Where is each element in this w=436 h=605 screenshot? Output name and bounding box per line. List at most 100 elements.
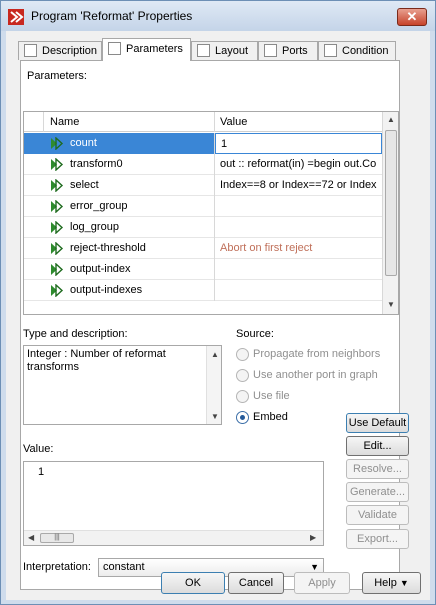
edit-button[interactable]: Edit... — [346, 436, 409, 456]
scrollbar-thumb[interactable] — [385, 130, 397, 276]
parameter-value-cell[interactable] — [215, 259, 382, 280]
parameter-value: out :: reformat(in) =begin out.Co — [220, 158, 377, 170]
parameter-icon — [50, 136, 64, 151]
parameter-value-cell[interactable]: Abort on first reject — [215, 238, 382, 259]
radio-label: Use file — [253, 390, 290, 402]
parameter-icon — [50, 178, 64, 193]
parameter-icon — [50, 199, 64, 214]
radio-button[interactable] — [236, 411, 249, 424]
grid-vertical-scrollbar[interactable]: ▲ ▼ — [382, 112, 398, 314]
value-horizontal-scrollbar[interactable]: ◀ ||| ▶ — [24, 530, 323, 545]
parameter-name: output-index — [70, 263, 131, 275]
parameters-grid: Name Value count 1transform0 out :: reform… — [23, 111, 399, 315]
row-marker[interactable] — [24, 133, 44, 154]
close-icon: ✕ — [406, 9, 418, 24]
scroll-left-icon[interactable]: ◀ — [28, 533, 34, 542]
table-row[interactable]: select Index==8 or Index==72 or Index — [24, 175, 382, 196]
row-marker[interactable] — [24, 154, 44, 175]
parameter-value: 1 — [221, 138, 228, 150]
parameters-panel: Parameters: Name Value count 1 transform0 o… — [20, 60, 400, 590]
parameter-value: Abort on first reject — [220, 242, 313, 254]
validate-button[interactable]: Validate — [346, 505, 409, 525]
table-row[interactable]: error_group — [24, 196, 382, 217]
radio-button[interactable] — [236, 348, 249, 361]
chevron-down-icon: ▼ — [399, 578, 409, 588]
parameter-icon — [50, 241, 64, 256]
row-marker[interactable] — [24, 259, 44, 280]
row-marker[interactable] — [24, 238, 44, 259]
grid-header: Name Value — [24, 112, 382, 132]
parameter-name: log_group — [70, 221, 119, 233]
radio-button[interactable] — [236, 369, 249, 382]
parameter-name-cell[interactable]: output-index — [44, 259, 215, 280]
parameter-value-cell[interactable] — [215, 280, 382, 301]
apply-button[interactable]: Apply — [294, 572, 350, 594]
title-bar[interactable]: Program 'Reformat' Properties ✕ — [1, 1, 435, 31]
tab-checkbox[interactable] — [197, 44, 210, 57]
table-row[interactable]: log_group — [24, 217, 382, 238]
parameter-name-cell[interactable]: select — [44, 175, 215, 196]
parameter-name-cell[interactable]: output-indexes — [44, 280, 215, 301]
scroll-down-icon[interactable]: ▼ — [211, 410, 219, 423]
tab-condition[interactable]: Condition — [318, 41, 396, 60]
generate-button[interactable]: Generate... — [346, 482, 409, 502]
tab-checkbox[interactable] — [324, 44, 337, 57]
window-title: Program 'Reformat' Properties — [31, 9, 193, 23]
table-row[interactable]: output-index — [24, 259, 382, 280]
column-header-name[interactable]: Name — [44, 112, 215, 132]
row-marker[interactable] — [24, 280, 44, 301]
parameter-value-cell[interactable]: 1 — [215, 133, 382, 154]
tab-checkbox[interactable] — [24, 44, 37, 57]
tab-ports[interactable]: Ports — [258, 41, 318, 60]
table-row[interactable]: transform0 out :: reformat(in) =begin out… — [24, 154, 382, 175]
parameter-value-cell[interactable] — [215, 217, 382, 238]
scrollbar-thumb[interactable]: ||| — [40, 533, 74, 543]
table-row[interactable]: count 1 — [24, 133, 382, 154]
parameters-section-label: Parameters: — [27, 70, 87, 82]
scroll-up-icon[interactable]: ▲ — [211, 348, 219, 361]
description-scrollbar[interactable]: ▲ ▼ — [206, 346, 221, 424]
value-editor[interactable]: 1 ◀ ||| ▶ — [23, 461, 324, 546]
tab-description[interactable]: Description — [18, 41, 102, 60]
parameter-name-cell[interactable]: transform0 — [44, 154, 215, 175]
description-text-area[interactable]: Integer : Number of reformat transforms … — [23, 345, 222, 425]
close-button[interactable]: ✕ — [397, 8, 427, 26]
parameter-name-cell[interactable]: log_group — [44, 217, 215, 238]
row-marker[interactable] — [24, 196, 44, 217]
resolve-button[interactable]: Resolve... — [346, 459, 409, 479]
parameter-value: Index==8 or Index==72 or Index — [220, 179, 377, 191]
ok-button[interactable]: OK — [161, 572, 225, 594]
use-default-button[interactable]: Use Default — [346, 413, 409, 433]
cancel-button[interactable]: Cancel — [228, 572, 284, 594]
radio-label: Use another port in graph — [253, 369, 378, 381]
tab-checkbox[interactable] — [264, 44, 277, 57]
row-marker[interactable] — [24, 175, 44, 196]
parameter-icon — [50, 157, 64, 172]
parameter-name: error_group — [70, 200, 128, 212]
dialog-body: Description Parameters Layout Ports Cond… — [6, 31, 430, 600]
export-button[interactable]: Export... — [346, 529, 409, 549]
tab-label: Layout — [215, 45, 249, 57]
column-header-value[interactable]: Value — [215, 112, 382, 132]
tab-checkbox[interactable] — [108, 42, 121, 55]
parameter-value-cell[interactable]: Index==8 or Index==72 or Index — [215, 175, 382, 196]
parameter-name-cell[interactable]: error_group — [44, 196, 215, 217]
table-row[interactable]: reject-threshold Abort on first reject — [24, 238, 382, 259]
help-button[interactable]: Help ▼ — [362, 572, 421, 594]
scroll-down-icon[interactable]: ▼ — [387, 300, 395, 309]
parameter-value-cell[interactable]: out :: reformat(in) =begin out.Co — [215, 154, 382, 175]
radio-label: Propagate from neighbors — [253, 348, 381, 360]
table-row[interactable]: output-indexes — [24, 280, 382, 301]
parameter-name-cell[interactable]: reject-threshold — [44, 238, 215, 259]
row-marker[interactable] — [24, 217, 44, 238]
parameter-value-cell[interactable] — [215, 196, 382, 217]
interpretation-selected-value: constant — [103, 561, 145, 573]
value-editor-text: 1 — [38, 466, 45, 478]
tab-layout[interactable]: Layout — [191, 41, 258, 60]
scroll-right-icon[interactable]: ▶ — [310, 533, 316, 542]
radio-button[interactable] — [236, 390, 249, 403]
parameter-name-cell[interactable]: count — [44, 133, 215, 154]
tab-parameters[interactable]: Parameters — [102, 38, 191, 61]
tab-label: Ports — [282, 45, 308, 57]
scroll-up-icon[interactable]: ▲ — [387, 115, 395, 124]
